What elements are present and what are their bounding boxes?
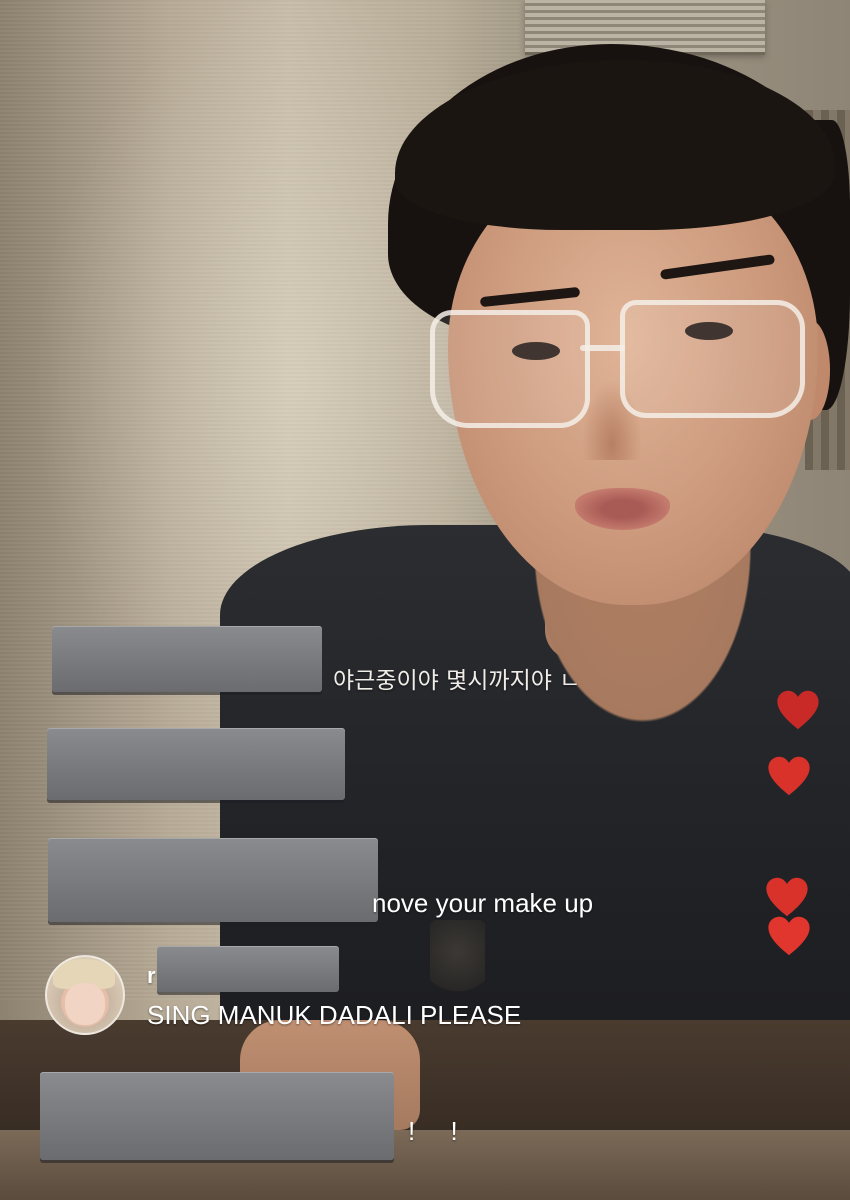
redaction-box [52, 626, 322, 692]
heart-icon [767, 914, 811, 958]
comment-text: nove your make up [372, 888, 594, 918]
comment-text: 야근중이야 몇시까지야 ㄴ [333, 668, 581, 694]
glasses-bridge [580, 345, 625, 351]
user-avatar[interactable] [45, 955, 125, 1035]
live-stream-screen: 야근중이야 몇시까지야 ㄴ nove your make up r SING M… [0, 0, 850, 1200]
bangs [395, 60, 835, 230]
glasses [425, 290, 805, 430]
redaction-box [47, 728, 345, 800]
redaction-box [40, 1072, 394, 1160]
avatar-face [65, 983, 105, 1025]
heart-icon [765, 875, 809, 919]
shirt-print [430, 920, 485, 1000]
glasses-left-lens [430, 310, 590, 428]
comment-username-fragment: r [147, 963, 156, 988]
heart-icon [767, 754, 811, 798]
redaction-box [157, 946, 339, 992]
glasses-right-lens [620, 300, 805, 418]
redaction-box [48, 838, 378, 922]
heart-icon [776, 688, 820, 732]
comment-text: ! ! [408, 1116, 472, 1146]
comment-text: SING MANUK DADALI PLEASE [147, 1000, 522, 1030]
